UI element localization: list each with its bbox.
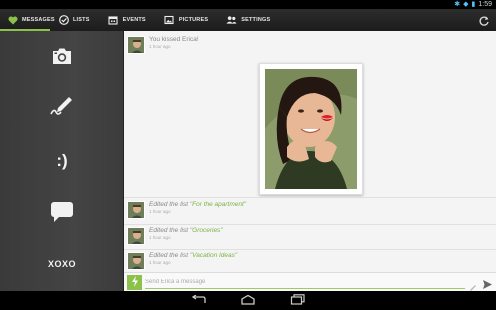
bluetooth-icon: ✱ <box>454 1 461 8</box>
entry-time: 1 hour ago <box>149 235 171 240</box>
recents-button[interactable] <box>289 292 307 310</box>
send-button[interactable] <box>482 277 493 289</box>
wifi-icon: ◆ <box>463 1 469 8</box>
feed-divider <box>124 249 496 250</box>
system-nav-bar <box>0 291 496 310</box>
calendar-icon <box>108 15 119 26</box>
camera-button[interactable] <box>42 43 82 73</box>
entry-time: 1 hour ago <box>149 44 171 49</box>
recents-icon <box>290 292 306 310</box>
entry-message: Edited the list "Vacation Ideas" <box>149 252 237 260</box>
status-bar: ✱ ◆ ▮ 1:59 <box>0 0 496 9</box>
entry-prefix: Edited the list <box>149 201 190 208</box>
feed-divider <box>124 224 496 225</box>
entry-message: Edited the list "For the apartment" <box>149 201 246 209</box>
message-button[interactable] <box>42 199 82 229</box>
tab-label: LISTS <box>73 17 90 23</box>
refresh-icon[interactable] <box>478 14 490 26</box>
checkmark-icon <box>58 15 69 26</box>
pen-icon <box>49 95 75 122</box>
message-composer <box>124 272 496 291</box>
entry-prefix: Edited the list <box>149 252 190 259</box>
avatar <box>127 36 145 54</box>
draw-button[interactable] <box>42 93 82 123</box>
picture-icon <box>164 15 175 26</box>
tab-settings[interactable]: SETTINGS <box>218 9 280 31</box>
smiley-button[interactable]: :) <box>42 146 82 176</box>
smiley-icon: :) <box>56 151 68 170</box>
home-button[interactable] <box>239 294 257 307</box>
speech-bubble-icon <box>50 201 74 228</box>
tab-messages[interactable]: MESSAGES <box>0 9 55 31</box>
quick-action-button[interactable] <box>127 275 142 290</box>
lightning-icon <box>131 274 139 292</box>
tab-events[interactable]: EVENTS <box>100 9 156 31</box>
list-link[interactable]: "Groceries" <box>190 227 223 234</box>
tab-label: SETTINGS <box>241 17 271 23</box>
home-icon <box>240 292 256 310</box>
tab-label: EVENTS <box>122 17 146 23</box>
list-item[interactable]: Edited the list "Groceries" 1 hour ago <box>127 227 223 245</box>
back-button[interactable] <box>190 292 208 310</box>
avatar <box>127 201 145 219</box>
entry-message: You kissed Erica! <box>149 36 199 43</box>
entry-message: Edited the list "Groceries" <box>149 227 223 235</box>
top-nav: MESSAGES LISTS EVENTS PICTURES SETTINGS <box>0 9 496 31</box>
list-link[interactable]: "For the apartment" <box>190 201 246 208</box>
kiss-photo[interactable] <box>259 63 363 195</box>
tab-pictures[interactable]: PICTURES <box>156 9 218 31</box>
status-time: 1:59 <box>478 1 492 8</box>
tab-label: PICTURES <box>178 17 209 23</box>
people-icon <box>226 15 237 26</box>
feed-divider <box>124 197 496 198</box>
message-feed: You kissed Erica! 1 hour ago Edited the … <box>124 31 496 272</box>
action-sidebar: :) XOXO <box>0 31 124 291</box>
heart-icon <box>8 15 18 26</box>
xoxo-button[interactable]: XOXO <box>42 249 82 279</box>
list-link[interactable]: "Vacation Ideas" <box>190 252 237 259</box>
avatar <box>127 252 145 270</box>
list-item[interactable]: Edited the list "For the apartment" 1 ho… <box>127 201 246 219</box>
list-item[interactable]: Edited the list "Vacation Ideas" 1 hour … <box>127 252 237 270</box>
xoxo-label: XOXO <box>47 259 76 269</box>
draw-message-icon[interactable] <box>469 278 477 291</box>
entry-time: 1 hour ago <box>149 260 171 265</box>
avatar <box>127 227 145 245</box>
entry-prefix: Edited the list <box>149 227 190 234</box>
camera-icon <box>51 47 73 70</box>
tab-lists[interactable]: LISTS <box>50 9 100 31</box>
entry-time: 1 hour ago <box>149 209 171 214</box>
list-item[interactable]: You kissed Erica! 1 hour ago <box>127 36 199 54</box>
photo-image <box>265 69 357 189</box>
message-input[interactable] <box>145 276 465 289</box>
back-icon <box>191 292 207 310</box>
battery-icon: ▮ <box>471 1 476 8</box>
status-icons: ✱ ◆ ▮ 1:59 <box>454 0 492 9</box>
